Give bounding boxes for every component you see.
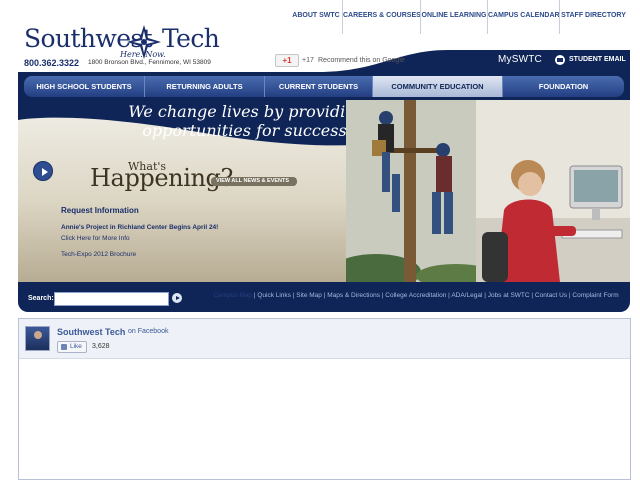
footer-link[interactable]: Maps & Directions xyxy=(327,292,380,299)
facebook-like-count: 3,628 xyxy=(92,343,110,350)
utility-nav-link[interactable]: CAMPUS CALENDAR xyxy=(487,0,560,34)
myswtc-link[interactable]: MySWTC xyxy=(498,54,542,65)
tagline-line-2: opportunities for success. xyxy=(142,121,352,140)
main-nav-tab[interactable]: HIGH SCHOOL STUDENTS xyxy=(24,76,144,97)
utility-nav-link[interactable]: ABOUT SWTC xyxy=(290,0,342,34)
footer-link[interactable]: College Accreditation xyxy=(385,292,446,299)
main-nav-tab[interactable]: FOUNDATION xyxy=(502,76,624,97)
footer-link[interactable]: ADA/Legal xyxy=(451,292,482,299)
main-nav-tab[interactable]: COMMUNITY EDUCATION xyxy=(372,76,502,97)
google-recommend-text: Recommend this on Google xyxy=(318,57,405,64)
email-icon[interactable] xyxy=(555,55,565,65)
facebook-like-button[interactable]: Like xyxy=(57,341,87,353)
footer-link[interactable]: Jobs at SWTC xyxy=(488,292,530,299)
logo-name-right: Tech xyxy=(162,24,220,53)
student-email-link[interactable]: STUDENT EMAIL xyxy=(569,56,626,63)
news-more-info-link[interactable]: Click Here for More Info xyxy=(61,235,130,242)
view-all-news-button[interactable]: VIEW ALL NEWS & EVENTS xyxy=(211,177,298,186)
footer-bar: Search: Campus Map | Quick Links | Site … xyxy=(18,282,630,312)
facebook-widget-header: Southwest Tech on Facebook Like 3,628 xyxy=(19,319,630,359)
search-input[interactable] xyxy=(54,292,169,306)
main-nav-tabs: HIGH SCHOOL STUDENTS RETURNING ADULTS CURR… xyxy=(24,76,624,97)
utility-nav-link[interactable]: CAREERS & COURSES xyxy=(342,0,421,34)
utility-nav: ABOUT SWTC CAREERS & COURSES ONLINE LEARNI… xyxy=(290,0,640,34)
facebook-widget: Southwest Tech on Facebook Like 3,628 xyxy=(18,318,631,480)
facebook-page-avatar[interactable] xyxy=(25,326,50,351)
facebook-page-name[interactable]: Southwest Tech xyxy=(57,327,125,337)
main-nav-tab[interactable]: RETURNING ADULTS xyxy=(144,76,264,97)
footer-link[interactable]: Complaint Form xyxy=(572,292,618,299)
footer-link[interactable]: Contact Us xyxy=(535,292,567,299)
slideshow-next-icon[interactable] xyxy=(33,161,53,181)
hero-banner: We change lives by providing opportuniti… xyxy=(18,100,630,282)
search-submit-icon[interactable] xyxy=(172,293,182,303)
hero-tagline: We change lives by providing opportuniti… xyxy=(122,102,372,140)
utility-nav-link[interactable]: ONLINE LEARNING xyxy=(420,0,487,34)
google-plus-button[interactable]: +1 xyxy=(275,54,299,67)
main-nav: HIGH SCHOOL STUDENTS RETURNING ADULTS CURR… xyxy=(18,72,630,100)
tagline-line-1: We change lives by providing xyxy=(128,102,366,121)
hero-photo xyxy=(346,100,630,282)
news-headline[interactable]: Annie's Project in Richland Center Begin… xyxy=(61,224,218,231)
google-plus-count: +17 xyxy=(302,57,314,64)
footer-link[interactable]: Quick Links xyxy=(257,292,291,299)
utility-nav-link[interactable]: STAFF DIRECTORY xyxy=(559,0,627,34)
footer-link[interactable]: Campus Map xyxy=(213,292,252,299)
search-label: Search: xyxy=(28,295,54,302)
request-information-link[interactable]: Request Information xyxy=(61,206,139,215)
footer-links: Campus Map | Quick Links | Site Map | Ma… xyxy=(204,292,628,300)
facebook-on-label[interactable]: on Facebook xyxy=(128,328,168,335)
main-nav-tab[interactable]: CURRENT STUDENTS xyxy=(264,76,372,97)
brochure-link[interactable]: Tech-Expo 2012 Brochure xyxy=(61,251,136,258)
footer-link[interactable]: Site Map xyxy=(296,292,322,299)
